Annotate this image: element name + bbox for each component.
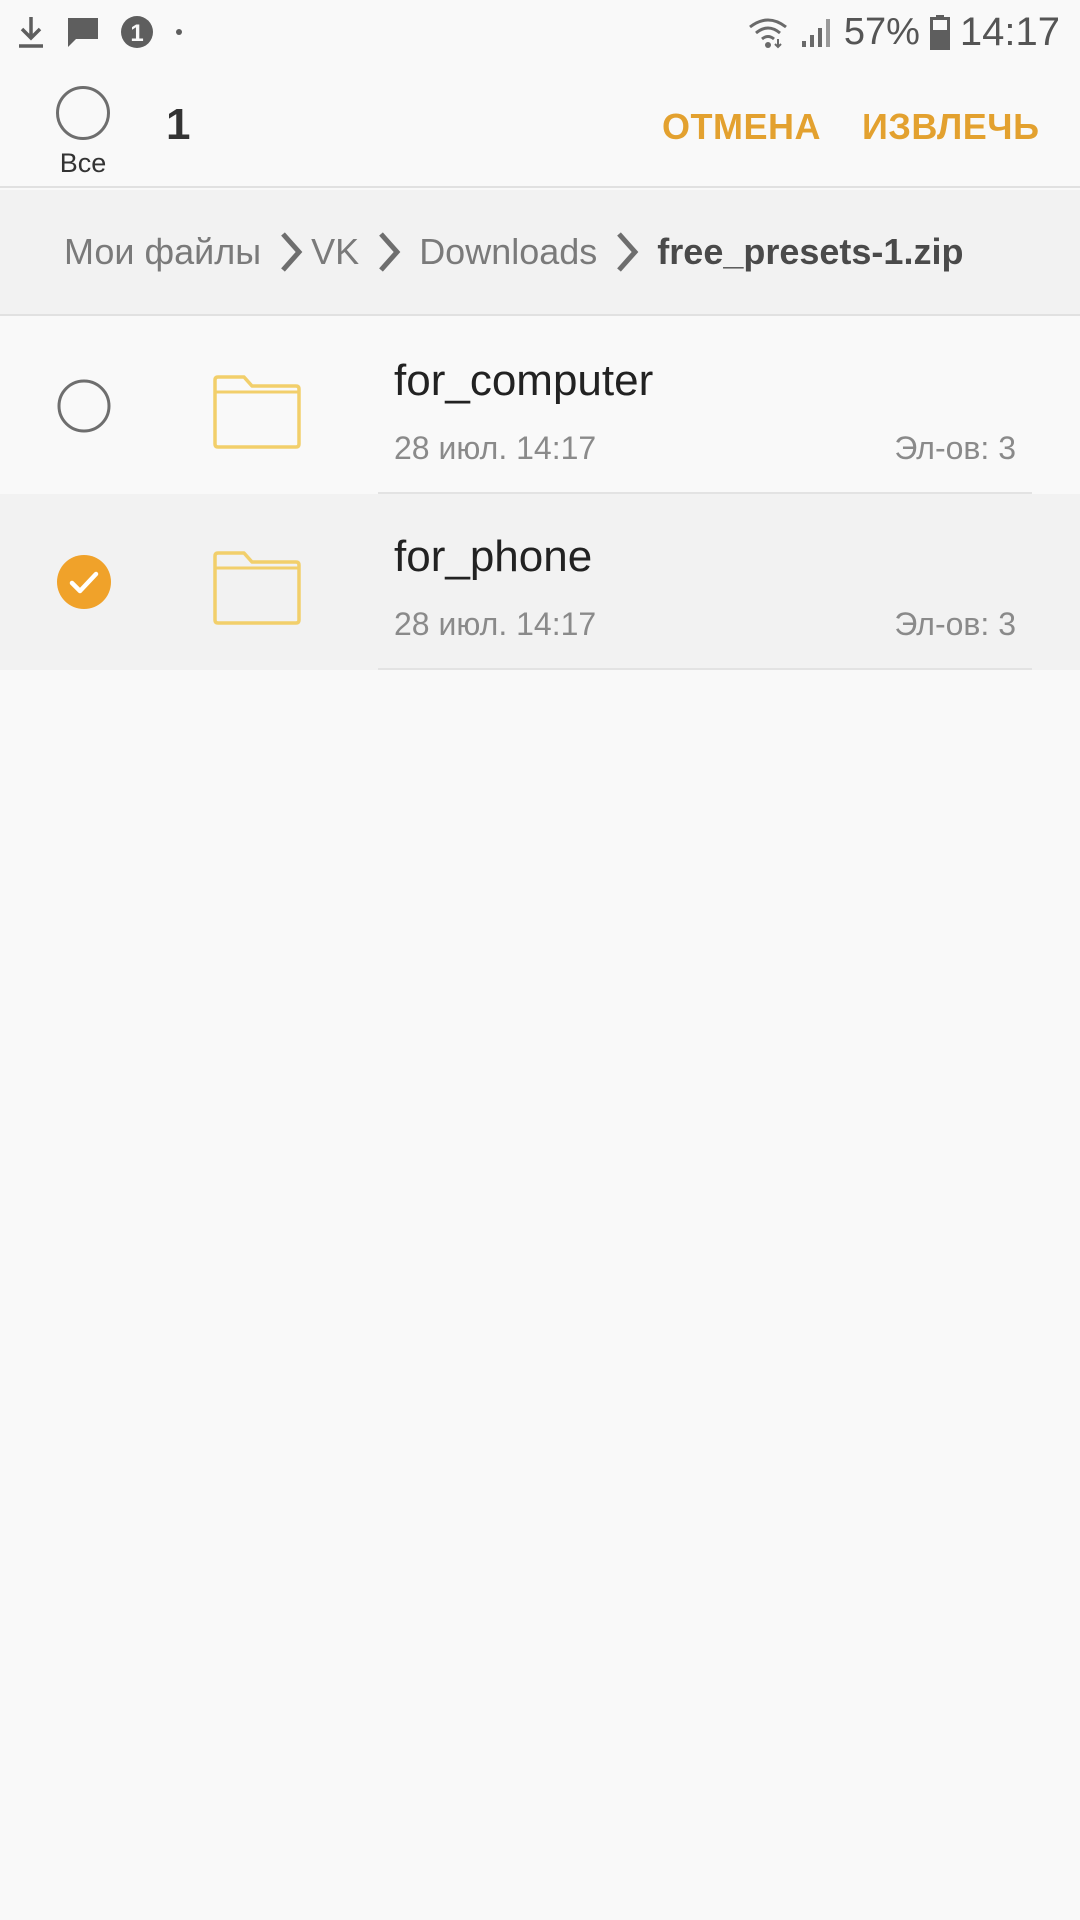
signal-icon — [801, 19, 830, 47]
folder-icon — [213, 551, 301, 625]
wifi-icon — [748, 18, 787, 49]
checked-icon[interactable] — [57, 555, 111, 609]
list-item-for-phone[interactable]: for_phone 28 июл. 14:17 Эл-ов: 3 — [0, 494, 1080, 670]
status-left: 1 — [16, 15, 204, 49]
battery-icon — [929, 15, 950, 50]
list-item-for-computer[interactable]: for_computer 28 июл. 14:17 Эл-ов: 3 — [0, 318, 1080, 494]
select-all-radio[interactable] — [56, 86, 110, 140]
selection-header: Все 1 ОТМЕНА ИЗВЛЕЧЬ — [0, 64, 1080, 188]
divider — [378, 668, 1032, 670]
breadcrumb-item-downloads[interactable]: Downloads — [419, 231, 597, 273]
chevron-right-icon — [379, 232, 401, 272]
battery-percent: 57% — [843, 10, 920, 53]
notification-badge-count: 1 — [130, 20, 143, 47]
select-all-toggle[interactable]: Все — [50, 86, 116, 179]
breadcrumb-item-my-files[interactable]: Мои файлы — [64, 231, 261, 273]
select-all-label: Все — [59, 148, 107, 178]
download-icon — [19, 17, 43, 48]
status-bar: 1 57% 14:17 — [0, 0, 1080, 64]
extract-button[interactable]: ИЗВЛЕЧЬ — [862, 106, 1039, 148]
folder-icon — [213, 375, 301, 449]
breadcrumb-item-vk[interactable]: VK — [311, 231, 359, 273]
selected-count: 1 — [166, 100, 191, 149]
file-date: 28 июл. 14:17 — [394, 430, 597, 466]
chevron-right-icon — [617, 232, 639, 272]
file-item-count: Эл-ов: 3 — [894, 606, 1016, 642]
breadcrumb: Мои файлы VK Downloads free_presets-1.zi… — [0, 190, 1080, 316]
breadcrumb-item-current[interactable]: free_presets-1.zip — [657, 231, 963, 273]
unchecked-radio-icon[interactable] — [57, 379, 111, 433]
status-right: 57% 14:17 — [736, 10, 1060, 55]
clock: 14:17 — [959, 9, 1060, 54]
chevron-right-icon — [281, 232, 303, 272]
cancel-button[interactable]: ОТМЕНА — [662, 106, 821, 148]
file-name: for_computer — [394, 356, 654, 405]
notification-badge-icon: 1 — [121, 16, 153, 48]
file-date: 28 июл. 14:17 — [394, 606, 597, 642]
dot-icon — [176, 29, 182, 35]
file-name: for_phone — [394, 532, 593, 581]
message-icon — [68, 18, 98, 47]
file-item-count: Эл-ов: 3 — [894, 430, 1016, 466]
